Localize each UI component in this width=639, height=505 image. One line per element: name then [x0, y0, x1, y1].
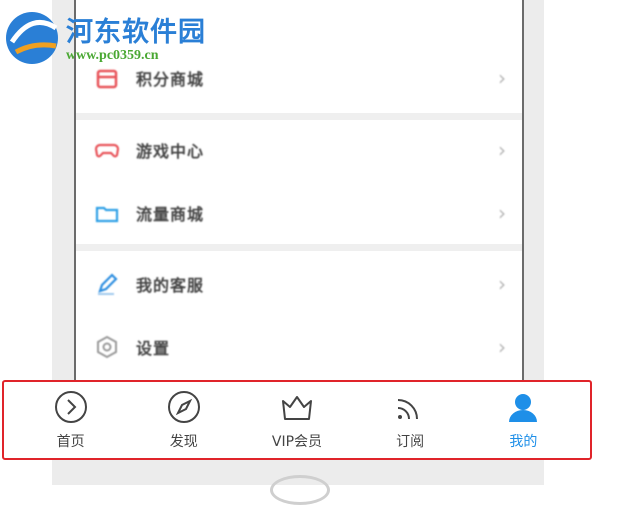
watermark-logo-icon: [6, 12, 58, 64]
menu-label: 我的客服: [136, 276, 205, 295]
tab-label: 发现: [169, 434, 198, 450]
chevron-right-icon: ›: [498, 272, 506, 296]
rss-icon: [398, 399, 419, 420]
menu-item-game-center[interactable]: 游戏中心 ›: [76, 122, 522, 178]
settings-icon: [94, 334, 120, 360]
watermark-title: 河东软件园: [66, 17, 206, 48]
bottom-tab-bar: 首页 发现 VIP会员 订阅 我的: [2, 380, 592, 460]
crown-icon: [281, 396, 312, 420]
watermark-url: www.pc0359.cn: [66, 48, 159, 63]
compass-icon: [167, 391, 200, 423]
tab-label: 我的: [509, 434, 538, 450]
tab-vip[interactable]: VIP会员: [252, 385, 342, 455]
tab-label: VIP会员: [271, 434, 323, 450]
menu-item-data-mall[interactable]: 流量商城 ›: [76, 185, 522, 241]
chevron-right-icon: ›: [498, 66, 506, 90]
chevron-right-icon: ›: [498, 138, 506, 162]
tab-subscribe[interactable]: 订阅: [365, 385, 455, 455]
pen-icon: [94, 271, 120, 297]
gamepad-icon: [94, 137, 120, 163]
menu-label: 设置: [136, 339, 171, 358]
tab-label: 订阅: [396, 434, 425, 450]
folder-icon: [94, 200, 120, 226]
menu-label: 游戏中心: [136, 142, 205, 161]
divider: [76, 113, 522, 120]
tab-discover[interactable]: 发现: [139, 385, 229, 455]
menu-item-customer-service[interactable]: 我的客服 ›: [76, 256, 522, 312]
menu-item-settings[interactable]: 设置 ›: [76, 319, 522, 375]
menu-label: 流量商城: [136, 205, 205, 224]
watermark: 河东软件园 www.pc0359.cn: [2, 4, 212, 74]
tab-label: 首页: [56, 434, 85, 450]
tab-me[interactable]: 我的: [478, 385, 568, 455]
tab-home[interactable]: 首页: [26, 385, 116, 455]
chevron-right-icon: ›: [498, 335, 506, 359]
divider: [76, 244, 522, 251]
home-button[interactable]: [270, 475, 330, 505]
user-icon: [509, 394, 538, 422]
chevron-right-icon: ›: [498, 201, 506, 225]
play-circle-icon: [54, 391, 87, 423]
